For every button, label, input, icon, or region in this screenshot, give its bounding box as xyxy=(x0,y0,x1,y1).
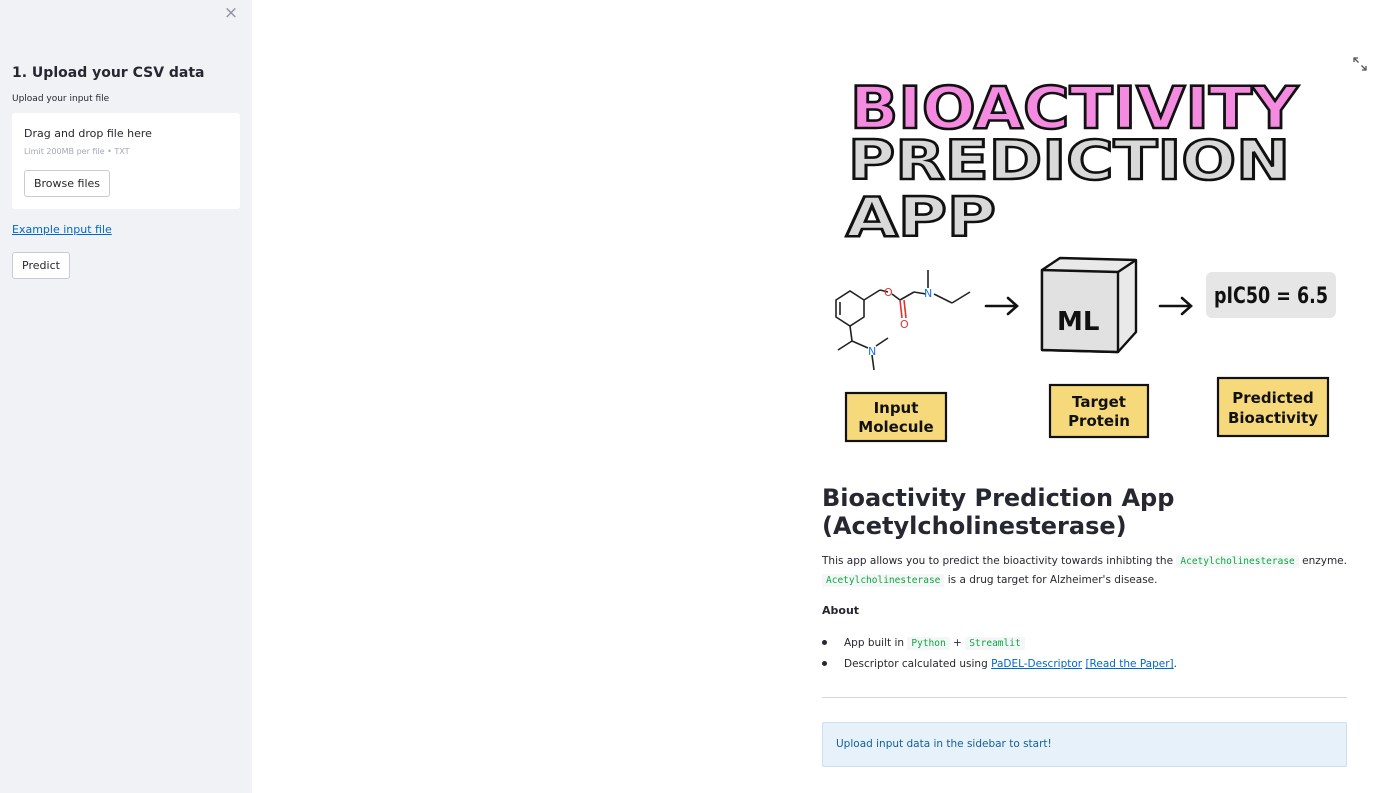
about-2-text: Descriptor calculated using xyxy=(844,658,992,670)
info-alert: Upload input data in the sidebar to star… xyxy=(822,722,1347,767)
file-dropzone[interactable]: Drag and drop file here Limit 200MB per … xyxy=(12,113,240,209)
browse-files-button[interactable]: Browse files xyxy=(24,170,110,197)
app-description: This app allows you to predict the bioac… xyxy=(822,552,1347,590)
ml-box xyxy=(1040,256,1138,354)
caption-pred-line1: Predicted xyxy=(1232,389,1313,407)
info-text: Upload input data in the sidebar to star… xyxy=(836,738,1052,750)
example-input-link[interactable]: Example input file xyxy=(12,223,112,236)
padel-descriptor-link[interactable]: PaDEL-Descriptor xyxy=(991,658,1082,670)
atom-o-2: O xyxy=(900,318,909,331)
dropzone-text: Drag and drop file here xyxy=(24,127,152,140)
about-1-plus: + xyxy=(949,637,966,649)
desc-text-3: is a drug target for Alzheimer's disease… xyxy=(944,574,1158,586)
read-paper-link[interactable]: [Read the Paper] xyxy=(1085,658,1173,670)
caption-input-line1: Input xyxy=(874,399,919,417)
expand-icon[interactable] xyxy=(1353,57,1367,71)
dropzone-limit: Limit 200MB per file • TXT xyxy=(24,147,130,156)
desc-text-1: This app allows you to predict the bioac… xyxy=(822,555,1177,567)
desc-text-2: enzyme. xyxy=(1298,555,1347,567)
caption-box-predicted xyxy=(1216,376,1330,438)
caption-pred-line2: Bioactivity xyxy=(1228,409,1318,427)
app-root: × 1. Upload your CSV data Upload your in… xyxy=(0,0,1378,793)
bullet-icon xyxy=(822,640,827,645)
banner-image: BIOACTIVITY PREDICTION APP O O N N ML pI… xyxy=(835,73,1336,443)
sidebar-title: 1. Upload your CSV data xyxy=(12,65,205,81)
sidebar: × 1. Upload your CSV data Upload your in… xyxy=(0,0,252,793)
predict-button[interactable]: Predict xyxy=(12,252,70,279)
ml-label: ML xyxy=(1057,307,1099,337)
caption-target-line1: Target xyxy=(1072,393,1126,411)
about-1-code-streamlit: Streamlit xyxy=(965,637,1025,650)
divider xyxy=(822,697,1347,698)
banner-line-app: APP xyxy=(846,186,996,249)
output-label: pIC50 = 6.5 xyxy=(1214,284,1328,309)
about-1-text: App built in xyxy=(844,637,908,649)
atom-n-2: N xyxy=(868,345,876,358)
banner-line-prediction: PREDICTION xyxy=(848,129,1290,192)
close-icon[interactable]: × xyxy=(222,4,240,22)
atom-n-1: N xyxy=(924,287,932,300)
about-heading: About xyxy=(822,604,860,617)
desc-code-1: Acetylcholinesterase xyxy=(1176,555,1299,568)
page-title: Bioactivity Prediction App (Acetylcholin… xyxy=(822,484,1175,540)
atom-o-1: O xyxy=(884,286,893,299)
list-item: App built in Python + Streamlit xyxy=(822,633,1347,654)
desc-code-2: Acetylcholinesterase xyxy=(822,574,945,587)
about-2-suffix: . xyxy=(1173,658,1178,670)
caption-input-line2: Molecule xyxy=(858,418,933,436)
about-list: App built in Python + Streamlit Descript… xyxy=(822,633,1347,675)
about-1-code-python: Python xyxy=(907,637,950,650)
caption-target-line2: Protein xyxy=(1068,412,1130,430)
bullet-icon xyxy=(822,661,827,666)
upload-label: Upload your input file xyxy=(12,94,110,104)
list-item: Descriptor calculated using PaDEL-Descri… xyxy=(822,654,1347,675)
